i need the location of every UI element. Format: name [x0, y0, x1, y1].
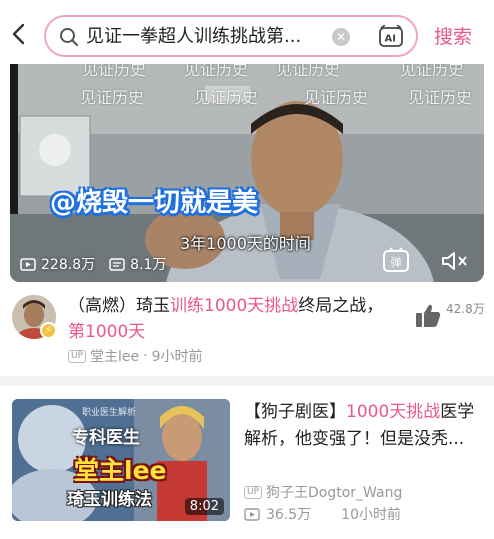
search-query-text[interactable]: 见证一拳超人训练挑战第...	[86, 26, 336, 48]
author-name[interactable]: 堂主lee	[90, 346, 139, 366]
watermark: 见证历史	[194, 88, 259, 107]
video-player[interactable]: 见证历史 见证历史 见证历史 见证历史 见证历史 见证历史 见证历史 见证历史 …	[10, 64, 484, 282]
danmaku-count: 8.1万	[109, 254, 166, 274]
watermark: 见证历史	[82, 64, 147, 79]
like-count: 42.8万	[446, 302, 485, 316]
video-duration: 8:02	[184, 498, 224, 515]
danmaku-count-icon	[109, 257, 125, 271]
video-caption-main: @烧毁一切就是美	[50, 188, 259, 218]
back-arrow-icon[interactable]	[8, 22, 30, 46]
publish-time: 9小时前	[151, 349, 203, 365]
thumbnail-small-text: 职业医生解析	[82, 408, 137, 418]
result-title[interactable]: （高燃）琦玉训练1000天挑战终局之战， 第1000天	[68, 293, 388, 345]
play-count-icon	[20, 257, 36, 271]
watermark: 见证历史	[276, 64, 341, 79]
watermark: 见证历史	[304, 88, 369, 107]
result-meta: UP 堂主lee · 9小时前	[68, 346, 203, 366]
author-name[interactable]: 狗子王Dogtor_Wang	[266, 482, 402, 502]
video-caption-sub: 3年1000天的时间	[180, 234, 311, 253]
thumbnail-text: 专科医生	[72, 428, 140, 448]
svg-text:AI: AI	[385, 34, 396, 45]
view-count: 228.8万	[20, 254, 95, 274]
search-input[interactable]: 见证一拳超人训练挑战第... ✕ AI	[44, 15, 418, 57]
title-text: （高燃）琦玉	[68, 296, 170, 316]
watermark: 见证历史	[400, 64, 465, 79]
title-text: 终局之战，	[298, 296, 384, 316]
watermark: 见证历史	[184, 64, 249, 79]
mute-icon[interactable]	[440, 249, 470, 273]
thumbs-up-icon[interactable]	[414, 303, 442, 329]
publish-time: 10小时前	[341, 507, 401, 523]
video-stats: 228.8万 8.1万	[20, 254, 166, 274]
meta-separator: ·	[143, 348, 148, 364]
clear-search-icon[interactable]: ✕	[332, 28, 350, 46]
title-highlight: 第1000天	[68, 322, 146, 342]
search-icon	[60, 28, 79, 47]
title-highlight: 1000天挑战	[346, 402, 441, 422]
thumbnail-text: 堂主lee	[74, 456, 167, 485]
result-author-row: UP 狗子王Dogtor_Wang	[244, 482, 402, 502]
up-badge: UP	[244, 485, 263, 499]
play-count-icon	[244, 507, 260, 521]
watermark: 见证历史	[408, 88, 473, 107]
title-highlight: 训练1000天挑战	[170, 296, 299, 316]
video-thumbnail[interactable]: 职业医生解析 专科医生 堂主lee 琦玉训练法 8:02	[12, 399, 230, 521]
section-divider	[0, 376, 494, 386]
view-count-value: 228.8万	[41, 257, 96, 273]
result-title[interactable]: 【狗子剧医】1000天挑战医学解析，他变强了！但是没秃...	[244, 399, 484, 453]
title-text: 【狗子剧医】	[244, 402, 346, 422]
search-button[interactable]: 搜索	[434, 25, 472, 49]
thumbnail-text: 琦玉训练法	[67, 490, 152, 510]
search-header: 见证一拳超人训练挑战第... ✕ AI 搜索	[0, 0, 494, 66]
danmaku-count-value: 8.1万	[130, 257, 167, 273]
danmaku-toggle-label: 弹	[391, 255, 402, 269]
up-badge: UP	[68, 349, 87, 363]
verified-badge-icon: ⚡	[40, 322, 57, 339]
ai-assistant-icon[interactable]: AI	[378, 25, 404, 49]
result-stats-row: 36.5万 10小时前	[244, 504, 401, 524]
view-count-value: 36.5万	[266, 507, 312, 523]
danmaku-toggle-icon[interactable]: 弹	[382, 247, 410, 273]
watermark: 见证历史	[80, 88, 145, 107]
